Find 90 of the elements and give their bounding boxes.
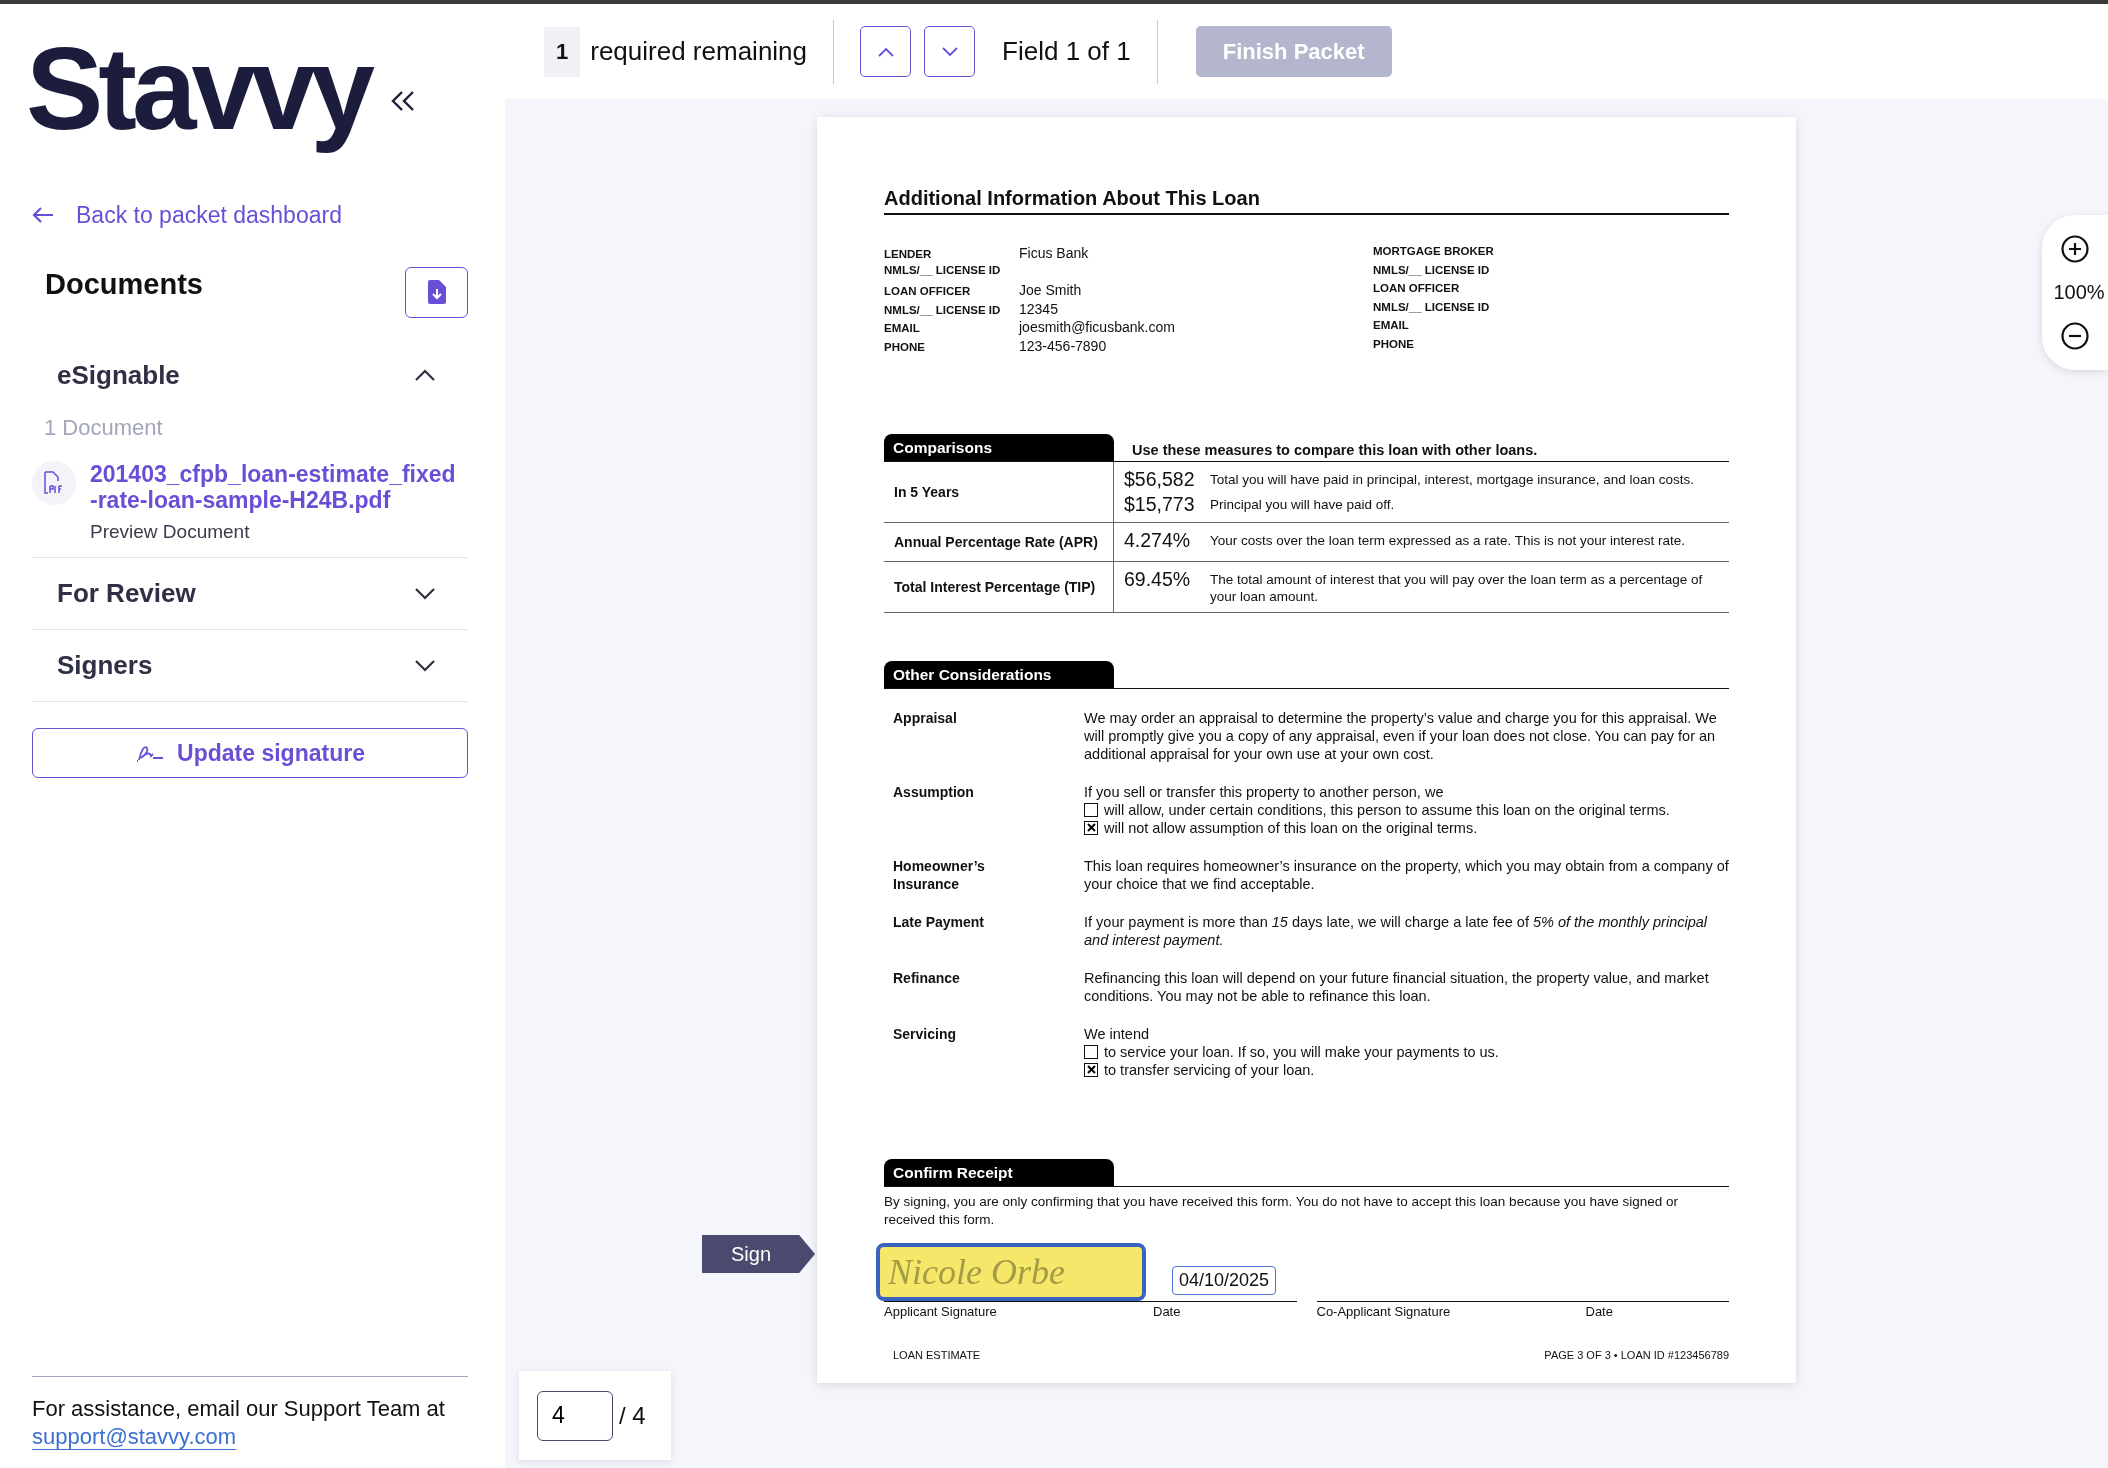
consideration-label: Assumption bbox=[892, 782, 975, 802]
option-text: will not allow assumption of this loan on the original terms. bbox=[1104, 818, 1478, 837]
consideration-label: Appraisal bbox=[892, 708, 958, 728]
page-number-input[interactable]: 4 bbox=[537, 1390, 613, 1441]
confirm-text: By signing, you are only confirming that you have received this form. You do not have to accept this loan because you have signed or received this form. bbox=[884, 1192, 1679, 1229]
consideration-label: Homeowner’s Insurance bbox=[892, 856, 986, 893]
page-footer-right: PAGE 3 OF 3 • LOAN ID #123456789 bbox=[1544, 1348, 1729, 1361]
previous-field-button[interactable] bbox=[860, 26, 912, 77]
zoom-out-icon[interactable] bbox=[2060, 321, 2090, 352]
field-label: PHONE bbox=[884, 340, 926, 353]
field-label: LENDER bbox=[884, 248, 933, 260]
update-signature-button[interactable]: Update signature bbox=[32, 728, 468, 779]
comparison-value: $56,582 bbox=[1124, 468, 1196, 491]
consideration-label: Refinance bbox=[892, 968, 961, 988]
support-text: For assistance, email our Support Team at support@stavvy.com bbox=[32, 1394, 446, 1452]
chevron-down-icon bbox=[414, 586, 436, 601]
consideration-text: We may order an appraisal to determine the property’s value and charge you for this appraisal. We will promptly give you a copy of any appraisal, even if your loan does not close. You can pay for an additional appraisal for your own use at your own cost. bbox=[1084, 708, 1718, 763]
section-toggle[interactable]: For Review bbox=[32, 558, 468, 630]
required-count-badge: 1 bbox=[544, 26, 581, 77]
signature-label: Applicant Signature bbox=[884, 1303, 998, 1319]
option-text: to transfer servicing of your loan. bbox=[1104, 1060, 1315, 1079]
zoom-in-icon[interactable] bbox=[2060, 233, 2090, 264]
document-title: Additional Information About This Loan bbox=[884, 187, 1729, 215]
field-position-label: Field 1 of 1 bbox=[1002, 36, 1131, 67]
field-label: NMLS/__ LICENSE ID bbox=[1373, 263, 1491, 276]
comparison-description: Principal you will have paid off. bbox=[1210, 496, 1395, 514]
option-text: will allow, under certain conditions, this person to assume this loan on the original terms. bbox=[1104, 800, 1670, 819]
comparison-value: 4.274% bbox=[1124, 529, 1192, 552]
section-heading: Other Considerations bbox=[884, 660, 1114, 688]
signature-label: Co-Applicant Signature bbox=[1316, 1303, 1452, 1319]
comparison-description: Total you will have paid in principal, interest, mortgage insurance, and loan costs. bbox=[1210, 471, 1695, 489]
consideration-text: If your payment is more than 15 days late, we will charge a late fee of 5% of the monthly principal and interest payment. bbox=[1084, 912, 1709, 949]
chevron-up-icon bbox=[414, 368, 436, 383]
section-toggle[interactable]: Signers bbox=[32, 630, 468, 702]
comparison-label: Annual Percentage Rate (APR) bbox=[884, 523, 1114, 561]
consideration-label: Late Payment bbox=[892, 912, 986, 932]
section-heading: Comparisons bbox=[884, 434, 1114, 461]
back-link[interactable]: Back to packet dashboard bbox=[32, 201, 468, 229]
comparison-value: 69.45% bbox=[1124, 568, 1192, 591]
next-field-button[interactable] bbox=[924, 26, 976, 77]
chevron-down-icon bbox=[414, 658, 436, 673]
download-button[interactable] bbox=[405, 266, 468, 318]
field-label: EMAIL bbox=[1373, 319, 1410, 331]
comparison-label: Total Interest Percentage (TIP) bbox=[884, 562, 1114, 612]
consideration-text: This loan requires homeowner’s insurance on the property, which you may obtain from a company of your choice that we find acceptable. bbox=[1084, 856, 1729, 893]
support-email-link[interactable]: support@stavvy.com bbox=[32, 1424, 237, 1451]
page-total: / 4 bbox=[619, 1401, 646, 1430]
comparison-description: Your costs over the loan term expressed as a rate. This is not your interest rate. bbox=[1210, 532, 1685, 550]
field-value: 123-456-7890 bbox=[1019, 337, 1107, 354]
sign-tag[interactable]: Sign bbox=[702, 1235, 815, 1273]
chevron-down-icon bbox=[941, 46, 958, 57]
field-label: LOAN OFFICER bbox=[1373, 282, 1461, 294]
consideration-label: Servicing bbox=[892, 1024, 958, 1044]
date-label: Date bbox=[1585, 1303, 1613, 1319]
section-note: Use these measures to compare this loan with other loans. bbox=[1131, 442, 1538, 460]
option-text: to service your loan. If so, you will make your payments to us. bbox=[1104, 1042, 1499, 1061]
field-value: 12345 bbox=[1019, 300, 1058, 317]
required-remaining-label: required remaining bbox=[590, 36, 808, 67]
field-label: MORTGAGE BROKER bbox=[1373, 245, 1495, 257]
pdf-file-icon bbox=[32, 460, 76, 505]
chevron-up-icon bbox=[877, 46, 894, 57]
comparison-description: The total amount of interest that you will pay over the loan term as a percentage of your loan amount. bbox=[1210, 571, 1704, 606]
field-value: Joe Smith bbox=[1019, 282, 1082, 298]
field-value: Ficus Bank bbox=[1019, 245, 1089, 261]
zoom-level: 100% bbox=[2053, 281, 2105, 304]
document-count: 1 Document bbox=[43, 414, 164, 441]
consideration-text: If you sell or transfer this property to another person, we bbox=[1084, 782, 1445, 801]
field-value: joesmith@ficusbank.com bbox=[1019, 319, 1175, 335]
comparison-value: $15,773 bbox=[1124, 493, 1196, 516]
date-label: Date bbox=[1153, 1303, 1181, 1319]
preview-document-link[interactable]: Preview Document bbox=[90, 521, 456, 544]
field-label: NMLS/__ LICENSE ID bbox=[884, 303, 1002, 316]
field-label: NMLS/__ LICENSE ID bbox=[1373, 300, 1491, 313]
field-label: NMLS/__ LICENSE ID bbox=[884, 263, 1002, 276]
page-footer-left: LOAN ESTIMATE bbox=[893, 1348, 981, 1361]
field-label: PHONE bbox=[1373, 337, 1415, 350]
consideration-text: Refinancing this loan will depend on your future financial situation, the property value, and market conditions. You may not be able to refinance this loan. bbox=[1084, 968, 1710, 1005]
comparison-label: In 5 Years bbox=[884, 462, 1114, 522]
consideration-text: We intend bbox=[1084, 1024, 1151, 1043]
collapse-sidebar-icon[interactable] bbox=[390, 88, 417, 113]
logo: Stavvy bbox=[26, 26, 371, 154]
documents-heading: Documents bbox=[45, 267, 203, 301]
date-field[interactable]: 04/10/2025 bbox=[1172, 1265, 1277, 1295]
arrow-left-icon bbox=[32, 206, 54, 225]
section-heading: Confirm Receipt bbox=[884, 1158, 1114, 1186]
field-label: LOAN OFFICER bbox=[884, 285, 972, 297]
document-link[interactable]: 201403_cfpb_loan-estimate_fixed-rate-loan-sample-H24B.pdf bbox=[90, 460, 456, 514]
file-download-icon bbox=[427, 280, 446, 305]
section-toggle[interactable]: eSignable bbox=[32, 339, 468, 411]
field-label: EMAIL bbox=[884, 322, 921, 334]
